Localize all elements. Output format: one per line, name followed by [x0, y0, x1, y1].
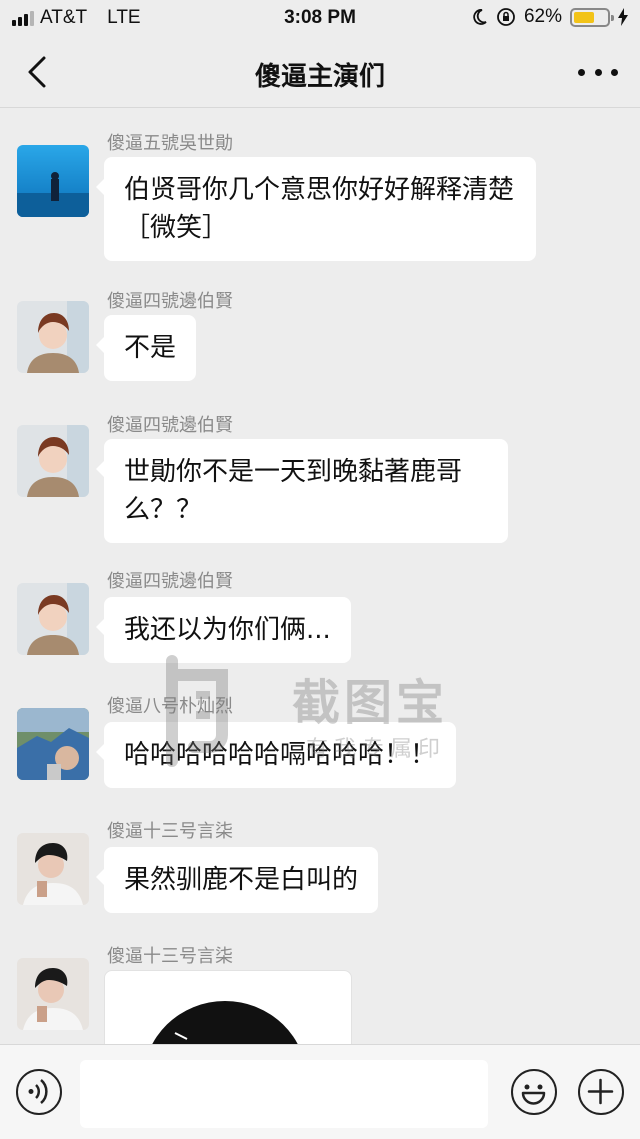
- message-bubble[interactable]: 我还以为你们俩...: [96, 597, 351, 663]
- status-bar: AT&T LTE 3:08 PM 62%: [0, 0, 640, 36]
- charging-icon: [618, 8, 628, 26]
- battery-percent: 62%: [523, 6, 562, 27]
- plus-icon: [587, 1078, 614, 1105]
- sender-name: 傻逼五號吳世勛: [107, 133, 233, 154]
- moon-icon: [473, 9, 487, 25]
- more-dots-icon: [578, 68, 585, 76]
- sender-name: 傻逼八号朴灿烈: [107, 696, 233, 717]
- voice-button[interactable]: [16, 1069, 62, 1115]
- more-button[interactable]: [578, 64, 618, 80]
- message-bubble[interactable]: 伯贤哥你几个意思你好好解释清楚［微笑］: [96, 157, 536, 261]
- message-bubble[interactable]: 果然驯鹿不是白叫的: [95, 847, 379, 913]
- plus-button[interactable]: [578, 1069, 624, 1115]
- avatar[interactable]: [17, 301, 89, 373]
- status-right: 62%: [470, 6, 628, 28]
- avatar[interactable]: [17, 833, 89, 905]
- battery-icon: [570, 7, 614, 27]
- sender-name: 傻逼四號邊伯賢: [107, 291, 233, 312]
- message-list[interactable]: 傻逼五號吳世勛 伯贤哥你几个意思你好好解释清楚［微笑］ 傻逼四號邊伯賢 不是 傻…: [0, 109, 640, 1044]
- chat-header: 傻逼主演们: [0, 36, 640, 108]
- avatar[interactable]: [17, 708, 89, 780]
- sender-name: 傻逼四號邊伯賢: [107, 415, 233, 436]
- avatar[interactable]: [17, 583, 89, 655]
- image-message[interactable]: [104, 970, 352, 1044]
- input-bar: [0, 1044, 640, 1139]
- message-input[interactable]: [80, 1060, 488, 1128]
- sender-name: 傻逼四號邊伯賢: [107, 571, 233, 592]
- message-bubble[interactable]: 世勛你不是一天到晚黏著鹿哥么？？: [96, 439, 508, 543]
- chat-title: 傻逼主演们: [254, 62, 385, 92]
- sender-name: 傻逼十三号言柒: [107, 821, 233, 842]
- sender-name: 傻逼十三号言柒: [107, 946, 233, 967]
- message-bubble[interactable]: 不是: [95, 315, 197, 381]
- avatar[interactable]: [17, 425, 89, 497]
- emoji-button[interactable]: [511, 1069, 557, 1115]
- message-bubble[interactable]: 哈哈哈哈哈哈嗝哈哈哈！！: [95, 722, 457, 788]
- rotation-lock-icon: [497, 8, 515, 26]
- voice-icon: [28, 1079, 48, 1104]
- emoji-icon: [521, 1084, 546, 1105]
- avatar[interactable]: [17, 145, 89, 217]
- avatar[interactable]: [17, 958, 89, 1030]
